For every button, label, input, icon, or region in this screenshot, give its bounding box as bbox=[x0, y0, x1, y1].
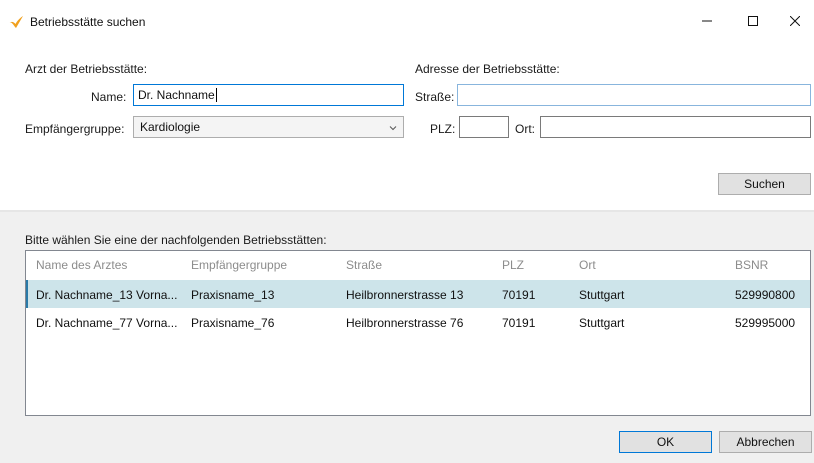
close-button[interactable] bbox=[776, 6, 814, 36]
text-cursor bbox=[215, 88, 217, 102]
column-header-name[interactable]: Name des Arztes bbox=[36, 258, 127, 272]
cell-group: Praxisname_76 bbox=[191, 316, 275, 330]
table-row[interactable]: Dr. Nachname_77 Vorna... Praxisname_76 H… bbox=[26, 308, 810, 336]
list-header: Name des Arztes Empfängergruppe Straße P… bbox=[26, 251, 810, 279]
name-label: Name: bbox=[91, 90, 127, 104]
ok-button[interactable]: OK bbox=[619, 431, 712, 453]
table-row[interactable]: Dr. Nachname_13 Vorna... Praxisname_13 H… bbox=[26, 280, 810, 308]
ort-input[interactable] bbox=[540, 116, 811, 138]
column-header-street[interactable]: Straße bbox=[346, 258, 382, 272]
title-bar: Betriebsstätte suchen bbox=[0, 0, 814, 42]
cell-group: Praxisname_13 bbox=[191, 288, 275, 302]
minimize-button[interactable] bbox=[684, 6, 730, 36]
cell-name: Dr. Nachname_77 Vorna... bbox=[36, 316, 178, 330]
name-input-value: Dr. Nachname bbox=[138, 88, 215, 102]
close-icon bbox=[790, 16, 800, 26]
cell-bsnr: 529995000 bbox=[735, 316, 796, 330]
column-header-plz[interactable]: PLZ bbox=[502, 258, 524, 272]
cell-street: Heilbronnerstrasse 13 bbox=[346, 288, 464, 302]
app-logo-icon bbox=[8, 14, 24, 30]
street-label: Straße: bbox=[415, 90, 455, 104]
ort-label: Ort: bbox=[515, 122, 535, 136]
group-dropdown[interactable]: Kardiologie bbox=[133, 116, 404, 138]
results-prompt: Bitte wählen Sie eine der nachfolgenden … bbox=[25, 233, 327, 247]
name-input[interactable]: Dr. Nachname bbox=[133, 84, 404, 106]
cell-plz: 70191 bbox=[502, 288, 536, 302]
address-section-heading: Adresse der Betriebsstätte: bbox=[415, 62, 560, 76]
cell-bsnr: 529990800 bbox=[735, 288, 796, 302]
cell-ort: Stuttgart bbox=[579, 288, 625, 302]
plz-input[interactable] bbox=[459, 116, 509, 138]
cell-street: Heilbronnerstrasse 76 bbox=[346, 316, 464, 330]
column-header-group[interactable]: Empfängergruppe bbox=[191, 258, 287, 272]
maximize-icon bbox=[748, 16, 758, 26]
results-list[interactable]: Name des Arztes Empfängergruppe Straße P… bbox=[25, 250, 811, 416]
cell-plz: 70191 bbox=[502, 316, 536, 330]
column-header-ort[interactable]: Ort bbox=[579, 258, 596, 272]
cell-name: Dr. Nachname_13 Vorna... bbox=[36, 288, 178, 302]
street-input[interactable] bbox=[457, 84, 811, 106]
cancel-button[interactable]: Abbrechen bbox=[719, 431, 812, 453]
cell-ort: Stuttgart bbox=[579, 316, 625, 330]
column-header-bsnr[interactable]: BSNR bbox=[735, 258, 768, 272]
doctor-section-heading: Arzt der Betriebsstätte: bbox=[25, 62, 148, 76]
plz-label: PLZ: bbox=[430, 122, 456, 136]
maximize-button[interactable] bbox=[730, 6, 776, 36]
search-button[interactable]: Suchen bbox=[718, 173, 811, 195]
chevron-down-icon bbox=[389, 121, 397, 135]
minimize-icon bbox=[702, 20, 712, 22]
group-label: Empfängergruppe: bbox=[25, 122, 125, 136]
window-title: Betriebsstätte suchen bbox=[30, 15, 146, 29]
group-dropdown-value: Kardiologie bbox=[140, 120, 201, 134]
